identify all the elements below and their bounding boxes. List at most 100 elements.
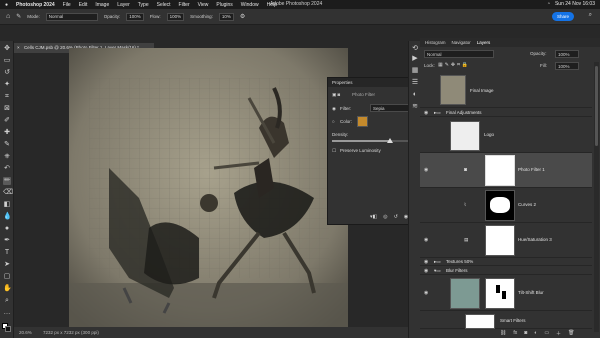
eye-icon[interactable]: ◉ xyxy=(424,237,428,243)
layer-row-photo-filter[interactable]: ◉ ◙ Photo Filter 1 xyxy=(420,153,592,188)
menu-type[interactable]: Type xyxy=(138,2,149,8)
tab-navigator[interactable]: Navigator xyxy=(452,40,471,45)
swatches-icon[interactable]: ▦ xyxy=(411,67,419,75)
reset-icon[interactable]: ↺ xyxy=(394,214,398,220)
view-previous-icon[interactable]: ◎ xyxy=(383,214,387,220)
clock[interactable]: Sun 24 Nov 16:03 xyxy=(555,1,595,7)
layer-opacity-field[interactable]: 100% xyxy=(555,50,579,58)
channels-icon[interactable]: ≋ xyxy=(411,103,419,111)
menu-file[interactable]: File xyxy=(63,2,71,8)
close-icon[interactable]: × xyxy=(17,43,20,53)
opacity-field[interactable]: 100% xyxy=(126,12,144,21)
zoom-readout[interactable]: 20.6% xyxy=(19,330,32,335)
smart-filters-mask[interactable] xyxy=(465,314,495,329)
tab-layers[interactable]: Layers xyxy=(477,40,491,45)
clone-stamp-icon[interactable]: ⎈ xyxy=(3,153,11,161)
group-blur-filters[interactable]: ◉ ▾▭ Blur Filters xyxy=(420,267,592,275)
lasso-tool-icon[interactable]: ↺ xyxy=(3,69,11,77)
search-icon[interactable]: ⌕ xyxy=(589,12,592,19)
history-brush-icon[interactable]: ↶ xyxy=(3,165,11,173)
layer-row-tilt-shift[interactable]: ◉ Tilt-Shift Blur xyxy=(420,276,592,311)
menu-plugins[interactable]: Plugins xyxy=(216,2,232,8)
path-select-icon[interactable]: ➤ xyxy=(3,261,11,269)
magic-wand-icon[interactable]: ✦ xyxy=(3,81,11,89)
link-layers-icon[interactable]: ⛓ xyxy=(500,330,506,337)
eyedropper-icon[interactable]: ✐ xyxy=(3,117,11,125)
new-group-icon[interactable]: ▭ xyxy=(544,330,549,337)
fill-field[interactable]: 100% xyxy=(555,62,579,70)
play-icon[interactable]: ▶ xyxy=(411,55,419,63)
color-radio[interactable]: ○ xyxy=(332,119,335,124)
mode-select[interactable]: Normal xyxy=(45,12,98,21)
gradient-icon[interactable]: ◧ xyxy=(3,201,11,209)
color-swatch[interactable] xyxy=(357,116,368,127)
dodge-tool-icon[interactable]: ● xyxy=(3,225,11,233)
brush-tool-icon[interactable]: ✎ xyxy=(3,141,11,149)
group-textures[interactable]: ◉ ▸▭ Textures 50% xyxy=(420,258,592,266)
blur-tool-icon[interactable]: 💧 xyxy=(3,213,12,221)
menu-edit[interactable]: Edit xyxy=(79,2,88,8)
lock-icons[interactable]: ▦✎✥⌗🔒 xyxy=(438,62,470,68)
eye-icon[interactable]: ◉ xyxy=(424,290,428,296)
menu-window[interactable]: Window xyxy=(241,2,259,8)
marquee-tool-icon[interactable]: ▭ xyxy=(3,57,11,65)
share-button[interactable]: Share xyxy=(552,12,574,21)
frame-tool-icon[interactable]: ⊠ xyxy=(3,105,11,113)
adjustment-layer-icon[interactable]: ◐ xyxy=(534,330,537,337)
eraser-icon[interactable]: ⌫ xyxy=(3,189,13,197)
adjustments-icon[interactable]: ◐ xyxy=(411,91,419,99)
eye-icon[interactable]: ◉ xyxy=(424,268,428,274)
flow-field[interactable]: 100% xyxy=(166,12,185,21)
blend-mode-select[interactable]: Normal xyxy=(424,50,494,58)
menu-image[interactable]: Image xyxy=(95,2,109,8)
home-icon[interactable]: ⌂ xyxy=(6,13,10,20)
layer-row-logo[interactable]: Logo xyxy=(420,118,592,153)
scrollbar-thumb[interactable] xyxy=(595,66,598,146)
settings-gear-icon[interactable]: ⚙ xyxy=(240,13,245,20)
fx-icon[interactable]: fx xyxy=(513,330,517,337)
layer-row-smart-filters[interactable]: Smart Filters xyxy=(420,311,592,329)
background-color-swatch[interactable] xyxy=(5,326,11,332)
layer-mask-thumbnail[interactable] xyxy=(485,155,515,186)
menu-view[interactable]: View xyxy=(198,2,209,8)
more-tools-icon[interactable]: … xyxy=(3,309,11,317)
layer-mask-thumbnail[interactable] xyxy=(485,225,515,256)
smart-filter-mask-thumbnail[interactable] xyxy=(485,278,515,309)
pen-tool-icon[interactable]: ✒ xyxy=(3,237,11,245)
app-menu[interactable]: Photoshop 2024 xyxy=(16,2,55,8)
shape-tool-icon[interactable]: ▢ xyxy=(3,273,11,281)
smoothing-field[interactable]: 10% xyxy=(218,12,234,21)
layer-row-final-image[interactable]: Final Image xyxy=(420,73,592,108)
zoom-tool-icon[interactable]: ⌕ xyxy=(3,297,11,305)
layers-scrollbar[interactable] xyxy=(594,62,599,332)
layer-row-hue-saturation[interactable]: ◉ ▤ Hue/Saturation 3 xyxy=(420,223,592,258)
new-layer-icon[interactable]: ＋ xyxy=(556,330,561,337)
type-tool-icon[interactable]: T xyxy=(3,249,11,257)
menu-select[interactable]: Select xyxy=(157,2,171,8)
eye-icon[interactable]: ◉ xyxy=(424,167,428,173)
healing-brush-icon[interactable]: ✚ xyxy=(3,129,11,137)
menu-layer[interactable]: Layer xyxy=(117,2,130,8)
brush-active-icon[interactable]: ✏ xyxy=(3,177,11,185)
layer-row-curves[interactable]: ⌇ Curves 2 xyxy=(420,188,592,223)
filter-radio[interactable]: ◉ xyxy=(332,106,336,112)
move-tool-icon[interactable]: ✥ xyxy=(3,45,11,53)
menu-filter[interactable]: Filter xyxy=(179,2,190,8)
eye-icon[interactable]: ◉ xyxy=(424,259,428,265)
density-slider-handle[interactable] xyxy=(387,138,393,143)
add-mask-icon[interactable]: ◙ xyxy=(524,330,527,337)
group-final-adjustments[interactable]: ◉ ▸▭ Final Adjustments xyxy=(420,109,592,117)
eye-icon[interactable]: ◉ xyxy=(424,110,428,116)
document-canvas-image[interactable] xyxy=(69,48,348,327)
history-icon[interactable]: ⟲ xyxy=(411,45,419,53)
hand-tool-icon[interactable]: ✋ xyxy=(3,285,12,293)
layer-mask-thumbnail[interactable] xyxy=(485,190,515,221)
properties-icon[interactable]: ☰ xyxy=(411,79,419,87)
wifi-icon[interactable]: ◔ xyxy=(547,1,550,7)
brush-preset-icon[interactable]: ✎ xyxy=(16,13,21,20)
crop-tool-icon[interactable]: ⌗ xyxy=(3,93,11,101)
trash-icon[interactable]: 🗑 xyxy=(568,330,574,337)
tab-histogram[interactable]: Histogram xyxy=(425,40,446,45)
clip-icon[interactable]: ▾◧ xyxy=(370,214,377,220)
preserve-checkbox[interactable]: ☐ xyxy=(332,148,336,154)
